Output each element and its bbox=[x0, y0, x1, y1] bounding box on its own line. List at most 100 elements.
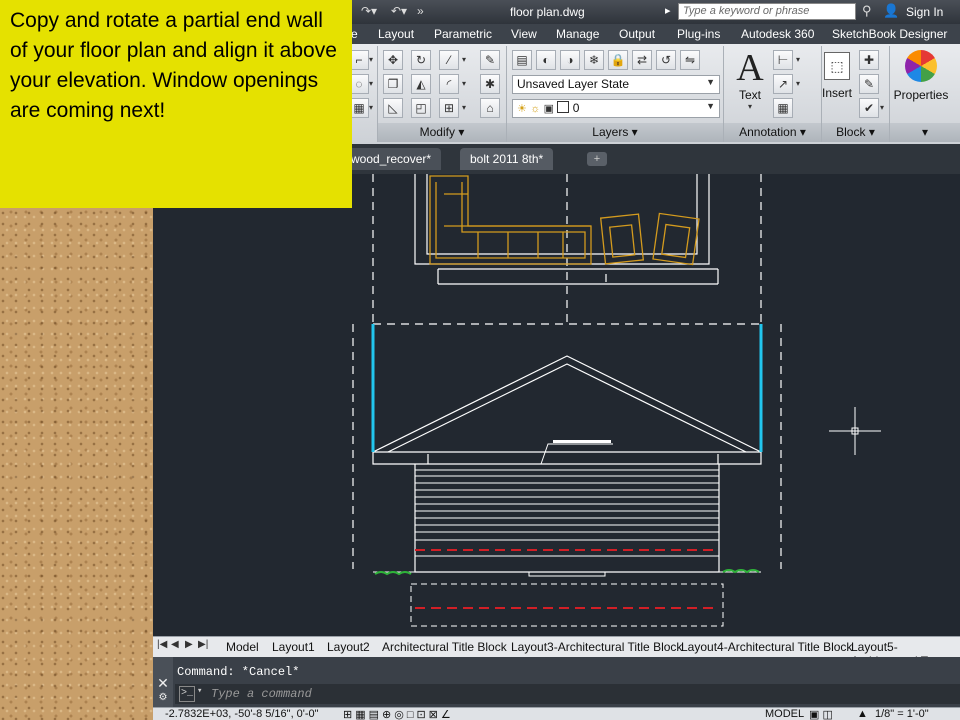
sign-in-button[interactable]: Sign In bbox=[906, 5, 943, 19]
binoculars-icon[interactable]: ⚲ bbox=[862, 3, 872, 19]
stretch-icon[interactable]: ◺ bbox=[383, 98, 403, 118]
table-icon[interactable]: ▦ bbox=[773, 98, 793, 118]
layout-tab-layout2[interactable]: Layout2 bbox=[327, 640, 370, 654]
offset-icon[interactable]: ⌂ bbox=[480, 98, 500, 118]
chevron-down-icon[interactable]: ▾ bbox=[197, 686, 202, 696]
annotation-label-mark bbox=[553, 440, 611, 443]
command-prompt-icon[interactable]: >_ bbox=[179, 686, 195, 702]
siding-lines bbox=[415, 469, 719, 541]
erase-icon[interactable]: ✎ bbox=[480, 50, 500, 70]
layer-state-dropdown[interactable]: Unsaved Layer State ▼ bbox=[512, 75, 720, 94]
layers-panel-footer[interactable]: Layers ▾ bbox=[507, 123, 723, 142]
chevron-down-icon[interactable]: ▾ bbox=[459, 50, 469, 70]
block-attribute-icon[interactable]: ✔ bbox=[859, 98, 879, 118]
redo-icon[interactable]: ↷▾ bbox=[361, 4, 377, 18]
first-tab-icon[interactable]: |◀ bbox=[157, 639, 167, 650]
layout-tab-model[interactable]: Model bbox=[226, 640, 259, 654]
last-tab-icon[interactable]: ▶| bbox=[198, 639, 208, 650]
tab-autodesk-360[interactable]: Autodesk 360 bbox=[741, 27, 814, 41]
array-icon[interactable]: ⊞ bbox=[439, 98, 459, 118]
dimension-icon[interactable]: ⊢ bbox=[773, 50, 793, 70]
text-a-icon: A bbox=[736, 47, 764, 89]
drafting-toggle-icons[interactable]: ⊞▦▤⊕◎□⊡⊠∠ bbox=[343, 708, 454, 720]
chevron-down-icon[interactable]: ▾ bbox=[459, 74, 469, 94]
properties-panel-footer[interactable]: ▾ bbox=[890, 123, 960, 142]
explode-icon[interactable]: ✱ bbox=[480, 74, 500, 94]
scale-icon[interactable]: ◰ bbox=[411, 98, 431, 118]
move-icon[interactable]: ✥ bbox=[383, 50, 403, 70]
foundation-outline bbox=[410, 583, 724, 627]
chevron-down-icon: ▼ bbox=[706, 101, 715, 111]
tab-parametric[interactable]: Parametric bbox=[434, 27, 492, 41]
layout-tab-architectural-title-block[interactable]: Architectural Title Block bbox=[382, 640, 507, 654]
text-button[interactable]: A Text ▾ bbox=[733, 47, 767, 111]
annotation-scale[interactable]: 1/8" = 1'-0" bbox=[875, 708, 929, 720]
tab-view[interactable]: View bbox=[511, 27, 537, 41]
layer-freeze-icon[interactable]: ❄ bbox=[584, 50, 604, 70]
command-input[interactable]: >_ ▾ Type a command bbox=[175, 684, 960, 704]
block-panel-footer[interactable]: Block ▾ bbox=[822, 123, 889, 142]
mirror-icon[interactable]: ◭ bbox=[411, 74, 431, 94]
wrench-icon[interactable]: ⚙ bbox=[153, 692, 173, 703]
chevron-down-icon[interactable]: ▾ bbox=[366, 74, 376, 94]
chevron-down-icon[interactable]: ▾ bbox=[877, 98, 887, 118]
model-space-toggle[interactable]: MODEL bbox=[765, 708, 804, 720]
new-tab-icon[interactable]: + bbox=[587, 152, 607, 166]
tab-insert[interactable]: e bbox=[351, 27, 358, 41]
layer-color-swatch bbox=[557, 101, 570, 113]
tab-output[interactable]: Output bbox=[619, 27, 655, 41]
doc-tab-wood-recover[interactable]: wood_recover* bbox=[341, 148, 442, 170]
current-layer-dropdown[interactable]: ☀ ☼ ▣ 0 ▼ bbox=[512, 99, 720, 118]
chevron-down-icon[interactable]: ▾ bbox=[459, 98, 469, 118]
next-tab-icon[interactable]: ▶ bbox=[185, 639, 193, 650]
copy-icon[interactable]: ❐ bbox=[383, 74, 403, 94]
leader-icon[interactable]: ↗ bbox=[773, 74, 793, 94]
layer-isolate-icon[interactable]: ◑ bbox=[560, 50, 580, 70]
undo-icon[interactable]: ↶▾ bbox=[391, 4, 407, 18]
tab-manage[interactable]: Manage bbox=[556, 27, 599, 41]
crosshair-cursor bbox=[829, 407, 881, 455]
layout-tab-layout4[interactable]: Layout4-Architectural Title Block bbox=[681, 640, 852, 654]
modify-panel-footer[interactable]: Modify ▾ bbox=[378, 123, 506, 142]
annotation-scale-icon[interactable]: ▲ bbox=[857, 708, 868, 720]
layout-tab-layout3[interactable]: Layout3-Architectural Title Block bbox=[511, 640, 682, 654]
rotate-icon[interactable]: ↻ bbox=[411, 50, 431, 70]
layers-panel-label: Layers bbox=[592, 125, 629, 139]
insert-button-label: Insert bbox=[821, 86, 852, 100]
close-icon[interactable]: ✕ bbox=[153, 675, 173, 692]
quick-access-more-icon[interactable]: » bbox=[417, 4, 424, 18]
chevron-down-icon[interactable]: ▾ bbox=[793, 50, 803, 70]
insert-button[interactable]: ⬚ Insert bbox=[817, 50, 857, 110]
annotation-leader bbox=[540, 443, 613, 465]
viewport-icons[interactable]: ▣ ◫ bbox=[809, 708, 833, 720]
layer-previous-icon[interactable]: ↺ bbox=[656, 50, 676, 70]
tab-layout[interactable]: Layout bbox=[378, 27, 414, 41]
tab-plug-ins[interactable]: Plug-ins bbox=[677, 27, 720, 41]
layer-properties-icon[interactable]: ▤ bbox=[512, 50, 532, 70]
layout-tab-layout1[interactable]: Layout1 bbox=[272, 640, 315, 654]
fillet-icon[interactable]: ◜ bbox=[439, 74, 459, 94]
properties-button-label: Properties bbox=[893, 88, 949, 102]
chevron-down-icon[interactable]: ▾ bbox=[366, 98, 376, 118]
annotation-panel-footer[interactable]: Annotation ▾ bbox=[724, 123, 821, 142]
properties-button[interactable]: Properties bbox=[891, 48, 951, 122]
chevron-down-icon[interactable]: ▾ bbox=[366, 50, 376, 70]
instruction-note: Copy and rotate a partial end wall of yo… bbox=[0, 0, 352, 208]
command-line-area: ✕ ⚙ Command: *Cancel* >_ ▾ Type a comman… bbox=[153, 657, 960, 707]
search-expand-icon[interactable]: ▸ bbox=[665, 4, 671, 17]
search-input[interactable]: Type a keyword or phrase bbox=[678, 3, 856, 20]
coordinate-readout: -2.7832E+03, -50'-8 5/16", 0'-0" bbox=[165, 708, 319, 720]
doc-tab-bolt[interactable]: bolt 2011 8th* bbox=[460, 148, 554, 170]
trim-icon[interactable]: ⁄ bbox=[439, 50, 459, 70]
layer-match-icon[interactable]: ⇄ bbox=[632, 50, 652, 70]
chevron-down-icon[interactable]: ▾ bbox=[793, 74, 803, 94]
command-line-side: ✕ ⚙ bbox=[153, 657, 173, 707]
layer-off-icon[interactable]: ◐ bbox=[536, 50, 556, 70]
create-block-icon[interactable]: ✚ bbox=[859, 50, 879, 70]
prev-tab-icon[interactable]: ◀ bbox=[171, 639, 179, 650]
drawing-canvas[interactable] bbox=[153, 174, 960, 636]
tab-sketchbook-designer[interactable]: SketchBook Designer bbox=[832, 27, 947, 41]
layer-lock-icon[interactable]: 🔒 bbox=[608, 50, 628, 70]
edit-block-icon[interactable]: ✎ bbox=[859, 74, 879, 94]
layer-walk-icon[interactable]: ⇋ bbox=[680, 50, 700, 70]
